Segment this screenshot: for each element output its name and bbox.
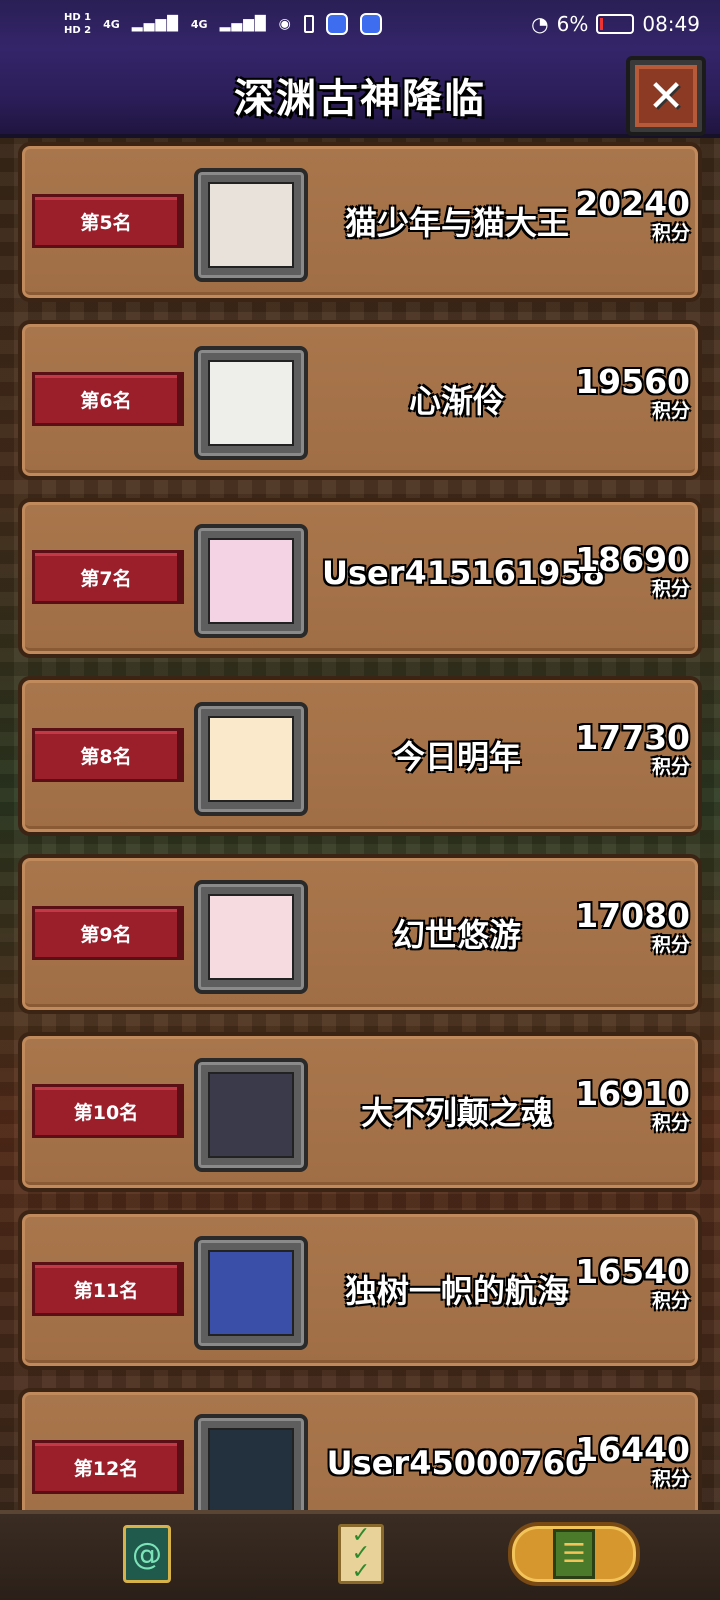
rank-badge: 第10名 bbox=[32, 1084, 180, 1138]
player-name: 大不列颠之魂 bbox=[360, 1094, 553, 1132]
status-right: ◔ 6% 08:49 bbox=[531, 12, 700, 36]
score-value: 17730 bbox=[575, 718, 690, 757]
hd-indicator: HD 1 HD 2 bbox=[64, 11, 91, 37]
score-value: 16910 bbox=[575, 1074, 690, 1113]
signal-bars-icon: ▂▄▆█ bbox=[131, 16, 179, 32]
signal-4g-label-2: 4G bbox=[190, 17, 208, 31]
score-value: 17080 bbox=[575, 896, 690, 935]
signal-bars-icon-2: ▂▄▆█ bbox=[219, 16, 267, 32]
app-notification-icon-2 bbox=[359, 13, 382, 35]
nav-cards-button[interactable]: @ bbox=[118, 1522, 176, 1586]
avatar-frame[interactable] bbox=[194, 702, 308, 816]
avatar bbox=[208, 182, 294, 268]
avatar bbox=[208, 538, 294, 624]
battery-saver-icon bbox=[303, 15, 314, 33]
score-value: 19560 bbox=[575, 362, 690, 401]
speed-icon: ◔ bbox=[531, 12, 549, 36]
avatar-frame[interactable] bbox=[194, 524, 308, 638]
rank-badge: 第7名 bbox=[32, 550, 180, 604]
rank-badge: 第9名 bbox=[32, 906, 180, 960]
app-notification-icon bbox=[325, 13, 348, 35]
score-label: 积分 bbox=[651, 1290, 690, 1312]
header-bar: 深渊古神降临 ✕ bbox=[0, 48, 720, 138]
nav-leaderboard-button[interactable]: ☰ bbox=[508, 1522, 640, 1586]
avatar bbox=[208, 360, 294, 446]
hd2-label: HD 2 bbox=[64, 25, 92, 36]
leaderboard-row[interactable]: 第11名 独树一帜的航海 16540 积分 bbox=[18, 1210, 702, 1370]
avatar bbox=[208, 894, 294, 980]
leaderboard-icon: ☰ bbox=[553, 1529, 595, 1579]
player-name: User415161958 bbox=[322, 554, 605, 592]
avatar bbox=[208, 1072, 294, 1158]
close-button[interactable]: ✕ bbox=[626, 56, 706, 136]
status-left: HD 1 HD 2 4G ▂▄▆█ 4G ▂▄▆█ ◉ bbox=[64, 11, 382, 37]
player-name: 心渐伶 bbox=[408, 382, 505, 420]
score-label: 积分 bbox=[651, 756, 690, 778]
score-label: 积分 bbox=[651, 400, 690, 422]
avatar-frame[interactable] bbox=[194, 346, 308, 460]
player-score: 18690 积分 bbox=[575, 540, 690, 601]
score-label: 积分 bbox=[651, 1112, 690, 1134]
rank-badge: 第12名 bbox=[32, 1440, 180, 1494]
leaderboard-row[interactable]: 第8名 今日明年 17730 积分 bbox=[18, 676, 702, 836]
battery-percent: 6% bbox=[556, 12, 589, 36]
leaderboard-row[interactable]: 第7名 User415161958 18690 积分 bbox=[18, 498, 702, 658]
leaderboard-row[interactable]: 第12名 User45000760 16440 积分 bbox=[18, 1388, 702, 1510]
nav-quests-button[interactable]: ✓ ✓ ✓ bbox=[332, 1522, 390, 1586]
rank-badge: 第11名 bbox=[32, 1262, 180, 1316]
player-name: User45000760 bbox=[326, 1444, 588, 1482]
player-score: 20240 积分 bbox=[575, 184, 690, 245]
hotspot-icon: ◉ bbox=[278, 16, 292, 32]
player-score: 17080 积分 bbox=[575, 896, 690, 957]
score-value: 20240 bbox=[575, 184, 690, 223]
player-name: 猫少年与猫大王 bbox=[344, 204, 569, 242]
card-icon: @ bbox=[123, 1525, 171, 1583]
rank-badge: 第8名 bbox=[32, 728, 180, 782]
hd1-label: HD 1 bbox=[64, 12, 92, 23]
avatar bbox=[208, 1428, 294, 1510]
score-label: 积分 bbox=[651, 1468, 690, 1490]
avatar-frame[interactable] bbox=[194, 880, 308, 994]
leaderboard-row[interactable]: 第10名 大不列颠之魂 16910 积分 bbox=[18, 1032, 702, 1192]
score-value: 16440 bbox=[575, 1430, 690, 1469]
player-score: 16540 积分 bbox=[575, 1252, 690, 1313]
close-icon: ✕ bbox=[635, 65, 697, 127]
score-label: 积分 bbox=[651, 578, 690, 600]
leaderboard-icon-frame: ☰ bbox=[508, 1522, 640, 1586]
leaderboard-row[interactable]: 第9名 幻世悠游 17080 积分 bbox=[18, 854, 702, 1014]
score-label: 积分 bbox=[651, 934, 690, 956]
player-score: 16440 积分 bbox=[575, 1430, 690, 1491]
player-score: 17730 积分 bbox=[575, 718, 690, 779]
avatar-frame[interactable] bbox=[194, 1414, 308, 1510]
avatar-frame[interactable] bbox=[194, 1236, 308, 1350]
leaderboard-row[interactable]: 第5名 猫少年与猫大王 20240 积分 bbox=[18, 142, 702, 302]
status-bar: HD 1 HD 2 4G ▂▄▆█ 4G ▂▄▆█ ◉ ◔ 6% 08:49 bbox=[0, 0, 720, 48]
battery-icon bbox=[596, 14, 635, 34]
avatar bbox=[208, 1250, 294, 1336]
avatar bbox=[208, 716, 294, 802]
signal-4g-label: 4G bbox=[103, 17, 120, 31]
page-title: 深渊古神降临 bbox=[234, 76, 486, 122]
player-name: 独树一帜的航海 bbox=[344, 1272, 569, 1310]
player-name: 幻世悠游 bbox=[392, 916, 521, 954]
rank-badge: 第5名 bbox=[32, 194, 180, 248]
player-name: 今日明年 bbox=[392, 738, 521, 776]
score-label: 积分 bbox=[651, 222, 690, 244]
clock-time: 08:49 bbox=[642, 12, 700, 36]
player-score: 16910 积分 bbox=[575, 1074, 690, 1135]
score-value: 18690 bbox=[575, 540, 690, 579]
score-value: 16540 bbox=[575, 1252, 690, 1291]
avatar-frame[interactable] bbox=[194, 168, 308, 282]
avatar-frame[interactable] bbox=[194, 1058, 308, 1172]
bottom-nav: @ ✓ ✓ ✓ ☰ bbox=[0, 1510, 720, 1600]
quest-scroll-icon: ✓ ✓ ✓ bbox=[338, 1524, 384, 1584]
leaderboard-list[interactable]: 第5名 猫少年与猫大王 20240 积分 第6名 心渐伶 19560 积分 第7… bbox=[0, 142, 720, 1510]
leaderboard-row[interactable]: 第6名 心渐伶 19560 积分 bbox=[18, 320, 702, 480]
player-score: 19560 积分 bbox=[575, 362, 690, 423]
rank-badge: 第6名 bbox=[32, 372, 180, 426]
